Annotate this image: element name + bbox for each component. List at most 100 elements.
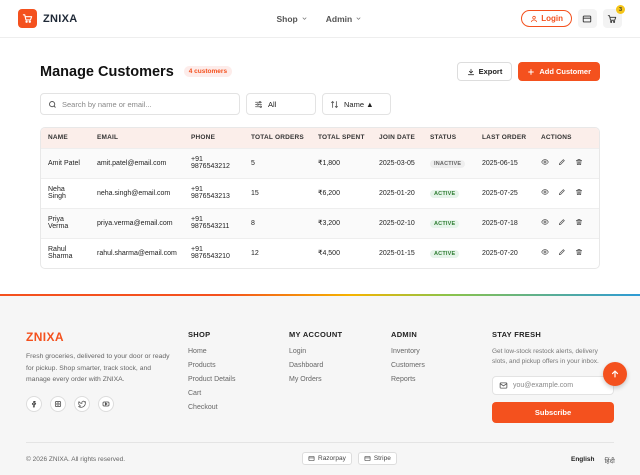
footer-brand[interactable]: ZNIXA [26,330,64,344]
cell-actions [534,237,599,268]
sort-select[interactable]: Name ▲ [322,93,391,115]
cell-status: ACTIVE [423,177,475,208]
col-header-last-order[interactable]: LAST ORDER [475,128,534,148]
footer-link-login[interactable]: Login [289,348,342,355]
search-placeholder: Search by name or email... [62,99,152,109]
cart-logo-icon [18,9,37,28]
sort-value: Name ▲ [344,99,374,109]
trash-icon[interactable] [575,158,583,168]
cell-phone-cc: +91 [191,156,203,163]
col-header-phone[interactable]: PHONE [184,128,244,148]
footer-link-cart[interactable]: Cart [188,390,235,397]
footer-link-checkout[interactable]: Checkout [188,404,235,411]
eye-icon[interactable] [541,248,549,258]
subscribe-button[interactable]: Subscribe [492,402,614,423]
cell-email: rahul.sharma@email.com [90,237,184,268]
table-row: Rahul Sharma rahul.sharma@email.com +91 987… [41,237,599,268]
add-customer-button[interactable]: Add Customer [518,62,600,81]
lang-hindi[interactable]: हिंदी [604,456,614,465]
footer-link-products[interactable]: Products [188,362,235,369]
footer-link-my-orders[interactable]: My Orders [289,376,342,383]
col-header-total-spent[interactable]: TOTAL SPENT [311,128,372,148]
trash-icon[interactable] [575,188,583,198]
footer-link-inventory[interactable]: Inventory [391,348,425,355]
login-button[interactable]: Login [521,10,572,27]
scroll-to-top-button[interactable] [603,362,627,386]
copyright-text: © 2026 ZNIXA. All rights reserved. [26,456,126,463]
col-header-actions: ACTIONS [541,134,572,142]
customer-count-badge: 4 customers [183,66,233,77]
youtube-icon[interactable] [98,396,114,412]
footer-description: Fresh groceries, delivered to your door … [26,353,170,383]
export-label: Export [478,67,503,76]
nav-shop[interactable]: Shop [277,14,308,24]
footer-account-column: MY ACCOUNT Login Dashboard My Orders [289,330,342,390]
footer-link-home[interactable]: Home [188,348,235,355]
cell-phone: +91 9876543213 [184,177,244,208]
cell-join-date: 2025-03-05 [372,147,423,178]
cell-join-date: 2025-02-10 [372,207,423,238]
cell-phone-number: 9876543210 [191,253,230,261]
facebook-icon[interactable] [26,396,42,412]
pencil-icon[interactable] [558,158,566,168]
eye-icon[interactable] [541,188,549,198]
pencil-icon[interactable] [558,218,566,228]
col-header-name[interactable]: NAME [41,128,90,148]
nav-admin-label: Admin [325,13,353,24]
cell-phone: +91 9876543212 [184,147,244,178]
footer-link-reports[interactable]: Reports [391,376,425,383]
cell-join-date: 2025-01-20 [372,177,423,208]
export-button[interactable]: Export [456,62,513,81]
footer-shop-title: SHOP [188,330,211,339]
credit-card-icon [583,15,592,22]
footer-link-dashboard[interactable]: Dashboard [289,362,342,369]
status-filter-select[interactable]: All [246,93,316,115]
footer-link-customers[interactable]: Customers [391,362,425,369]
newsletter-title: STAY FRESH [492,330,542,339]
social-links [26,396,114,412]
lang-english[interactable]: English [571,456,594,465]
footer: ZNIXA Fresh groceries, delivered to your… [0,296,640,475]
user-icon [531,15,538,22]
eye-icon[interactable] [541,218,549,228]
cell-last-order: 2025-07-20 [475,237,534,268]
cell-email: amit.patel@email.com [90,147,184,178]
page-title: Manage Customers [40,63,174,80]
brand[interactable]: ZNIXA [18,9,78,28]
status-badge: ACTIVE [430,189,460,198]
col-header-status[interactable]: STATUS [423,128,475,148]
trash-icon[interactable] [575,248,583,258]
eye-icon[interactable] [541,158,549,168]
payment-razorpay-label: Razorpay [318,455,346,462]
nav-admin[interactable]: Admin [326,14,362,24]
cell-total-spent: ₹3,200 [311,207,372,238]
status-filter-value: All [268,99,277,109]
trash-icon[interactable] [575,218,583,228]
card-button[interactable] [577,9,597,28]
search-input[interactable]: Search by name or email... [40,93,240,115]
col-header-email[interactable]: EMAIL [90,128,184,148]
card-icon [364,456,371,461]
twitter-icon[interactable] [74,396,90,412]
cart-button[interactable]: 3 [602,5,625,28]
cart-count-badge: 3 [615,5,625,14]
col-header-total-orders[interactable]: TOTAL ORDERS [244,128,311,148]
pencil-icon[interactable] [558,188,566,198]
footer-account-title: MY ACCOUNT [289,330,343,339]
table-row: Priya Verma priya.verma@email.com +91 98765… [41,207,599,238]
sliders-icon [255,100,262,108]
payment-stripe-label: Stripe [373,455,391,462]
pencil-icon[interactable] [558,248,566,258]
table-row: Neha Singh neha.singh@email.com +91 9876543… [41,177,599,208]
cell-email: priya.verma@email.com [90,207,184,238]
search-icon [49,100,56,108]
footer-link-product-details[interactable]: Product Details [188,376,235,383]
arrow-up-icon [611,370,619,378]
footer-admin-column: ADMIN Inventory Customers Reports [391,330,425,390]
footer-divider [26,442,614,443]
instagram-icon[interactable] [50,396,66,412]
sort-arrows-icon [331,100,338,108]
newsletter-email-input[interactable]: you@example.com [492,376,614,395]
col-header-join-date[interactable]: JOIN DATE [372,128,423,148]
cell-total-orders: 12 [244,237,311,268]
